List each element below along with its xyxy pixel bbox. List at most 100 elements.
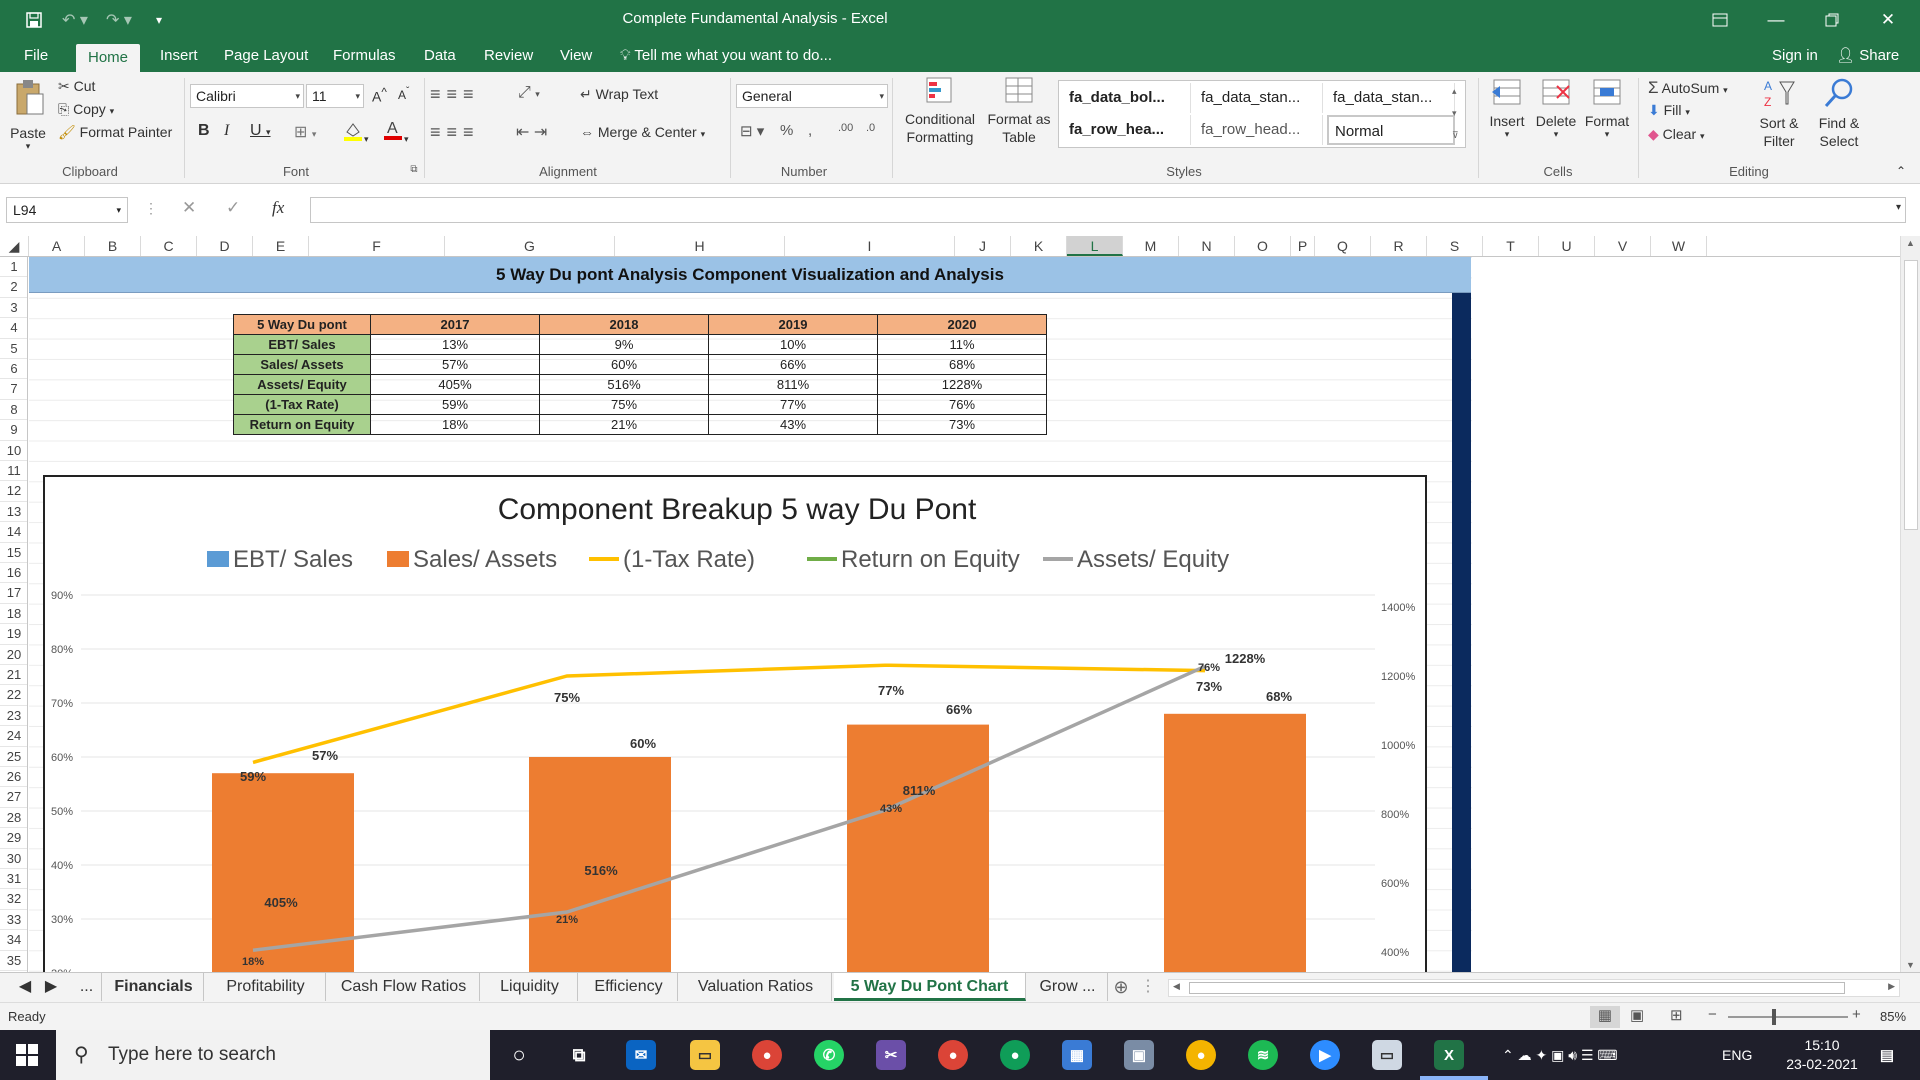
table-cell[interactable]: 60%	[539, 354, 709, 375]
tab-formulas[interactable]: Formulas	[321, 40, 408, 72]
cancel-entry-icon[interactable]: ✕	[182, 198, 196, 218]
borders-icon[interactable]: ⊞ ▾	[294, 122, 316, 142]
row-header[interactable]: 4	[0, 318, 27, 339]
row-header[interactable]: 12	[0, 481, 27, 502]
horizontal-align-icons[interactable]: ≡≡≡	[430, 122, 480, 143]
find-select-button[interactable]: Find & Select	[1808, 76, 1870, 150]
table-cell[interactable]: 10%	[708, 334, 878, 355]
underline-icon[interactable]: U ▾	[250, 122, 271, 140]
column-header-n[interactable]: N	[1179, 236, 1235, 256]
indent-icons[interactable]: ⇤ ⇥	[516, 122, 547, 142]
h-scroll-thumb[interactable]	[1189, 982, 1845, 994]
row-header[interactable]: 22	[0, 685, 27, 706]
column-header-t[interactable]: T	[1483, 236, 1539, 256]
clock[interactable]: 15:10 23-02-2021	[1782, 1036, 1862, 1074]
name-box[interactable]: L94 ▾	[6, 197, 128, 223]
row-header[interactable]: 21	[0, 665, 27, 686]
style-normal[interactable]: Normal	[1327, 115, 1455, 145]
style-fa-data-standard-2[interactable]: fa_data_stan...	[1327, 83, 1455, 113]
format-as-table-button[interactable]: Format as Table	[984, 76, 1054, 146]
column-header-f[interactable]: F	[309, 236, 445, 256]
format-painter-button[interactable]: 🖌︎ Format Painter	[58, 124, 172, 141]
insert-cells-button[interactable]: Insert ▾	[1484, 76, 1530, 140]
row-header[interactable]: 1	[0, 257, 27, 278]
tab-view[interactable]: View	[548, 40, 604, 72]
chrome-profile-2-icon[interactable]: ●	[1000, 1040, 1030, 1070]
table-cell[interactable]: Assets/ Equity	[233, 374, 371, 395]
row-header[interactable]: 20	[0, 645, 27, 665]
row-header[interactable]: 9	[0, 420, 27, 441]
style-fa-data-standard[interactable]: fa_data_stan...	[1195, 83, 1323, 113]
tell-me-box[interactable]: 💡︎ Tell me what you want to do...	[620, 40, 832, 72]
tab-review[interactable]: Review	[472, 40, 545, 72]
chrome-icon[interactable]: ●	[752, 1040, 782, 1070]
table-cell[interactable]: 43%	[708, 414, 878, 435]
select-all-corner[interactable]: ◢	[0, 236, 29, 256]
clear-button[interactable]: ◆ Clear ▾	[1648, 126, 1705, 143]
shrink-font-icon[interactable]: Aˇ	[398, 86, 409, 102]
vertical-align-icons[interactable]: ≡≡≡	[430, 84, 480, 105]
column-header-m[interactable]: M	[1123, 236, 1179, 256]
table-cell[interactable]: Sales/ Assets	[233, 354, 371, 375]
paste-dropdown-icon[interactable]: ▾	[8, 141, 48, 152]
table-cell[interactable]: 21%	[539, 414, 709, 435]
comma-style-icon[interactable]: ,	[808, 122, 812, 139]
formula-input[interactable]	[310, 197, 1906, 223]
table-cell[interactable]: 76%	[877, 394, 1047, 415]
format-cells-button[interactable]: Format ▾	[1582, 76, 1632, 140]
scroll-left-icon[interactable]: ◀	[1173, 981, 1180, 992]
row-header[interactable]: 23	[0, 706, 27, 727]
tab-file[interactable]: File	[12, 40, 60, 72]
tab-data[interactable]: Data	[412, 40, 468, 72]
display-app-icon[interactable]: ▭	[1372, 1040, 1402, 1070]
sheet-tab-profitability[interactable]: Profitability	[206, 973, 326, 1001]
chrome-profile-3-icon[interactable]: ●	[1186, 1040, 1216, 1070]
table-cell[interactable]: 1228%	[877, 374, 1047, 395]
increase-decimal-icon[interactable]: .00	[838, 122, 853, 134]
table-cell[interactable]: 18%	[370, 414, 540, 435]
confirm-entry-icon[interactable]: ✓	[226, 198, 240, 218]
row-header[interactable]: 3	[0, 298, 27, 319]
zoom-app-icon[interactable]: ▶	[1310, 1040, 1340, 1070]
row-header[interactable]: 15	[0, 543, 27, 563]
normal-view-icon[interactable]: ▦	[1590, 1006, 1620, 1028]
sheet-tab-valuation-ratios[interactable]: Valuation Ratios	[680, 973, 832, 1001]
sign-in-link[interactable]: Sign in	[1772, 40, 1818, 72]
spotify-icon[interactable]: ≋	[1248, 1040, 1278, 1070]
style-fa-row-header[interactable]: fa_row_hea...	[1063, 115, 1191, 145]
column-header-b[interactable]: B	[85, 236, 141, 256]
table-cell[interactable]: 57%	[370, 354, 540, 375]
column-header-w[interactable]: W	[1651, 236, 1707, 256]
font-dialog-launcher-icon[interactable]: ⧉	[404, 164, 424, 175]
add-sheet-icon[interactable]: ⊕	[1108, 973, 1134, 1001]
dupont-chart[interactable]: Component Breakup 5 way Du Pont EBT/ Sale…	[43, 475, 1427, 972]
sort-filter-button[interactable]: AZ Sort & Filter	[1752, 76, 1806, 150]
next-sheet-icon[interactable]: ▶	[40, 973, 62, 1001]
zoom-in-icon[interactable]: +	[1852, 1006, 1861, 1023]
column-header-u[interactable]: U	[1539, 236, 1595, 256]
tab-page-layout[interactable]: Page Layout	[212, 40, 320, 72]
file-explorer-icon[interactable]: ▭	[690, 1040, 720, 1070]
column-header-a[interactable]: A	[29, 236, 85, 256]
table-cell[interactable]: 73%	[877, 414, 1047, 435]
zoom-level[interactable]: 85%	[1880, 1009, 1906, 1024]
row-header[interactable]: 2	[0, 277, 27, 298]
row-header[interactable]: 14	[0, 522, 27, 543]
snip-tool-icon[interactable]: ✂	[876, 1040, 906, 1070]
row-header[interactable]: 26	[0, 767, 27, 788]
row-header[interactable]: 17	[0, 583, 27, 604]
row-header[interactable]: 6	[0, 359, 27, 380]
calculator-icon[interactable]: ▦	[1062, 1040, 1092, 1070]
sheet-tab-5-way-du-pont-chart[interactable]: 5 Way Du Pont Chart	[834, 973, 1026, 1001]
zoom-slider[interactable]	[1728, 1009, 1848, 1025]
taskbar-search[interactable]: ⚲ Type here to search	[56, 1030, 490, 1080]
styles-scroll-icon[interactable]: ▴ ▾ ⊽	[1452, 80, 1459, 146]
orientation-icon[interactable]: ⤢ ▾	[518, 84, 540, 102]
excel-taskbar-icon[interactable]: X	[1434, 1040, 1464, 1070]
paste-button[interactable]: Paste ▾	[8, 78, 48, 152]
table-cell[interactable]: 66%	[708, 354, 878, 375]
close-icon[interactable]: ✕	[1860, 0, 1916, 40]
page-layout-view-icon[interactable]: ▣	[1630, 1006, 1644, 1024]
zoom-slider-thumb[interactable]	[1772, 1009, 1776, 1025]
row-header[interactable]: 11	[0, 461, 27, 482]
